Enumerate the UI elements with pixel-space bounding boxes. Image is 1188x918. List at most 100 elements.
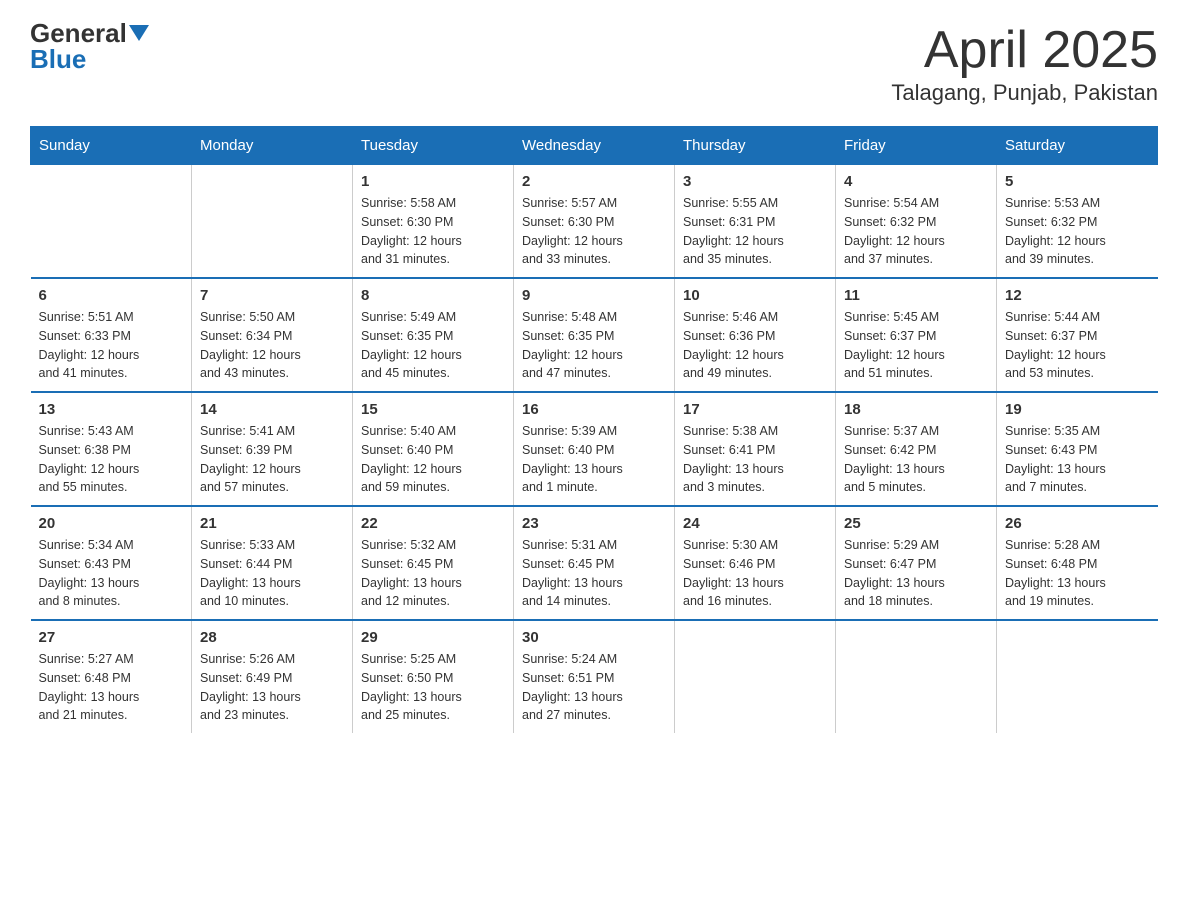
day-number: 15: [361, 401, 505, 418]
calendar-cell: 29 Sunrise: 5:25 AMSunset: 6:50 PMDayligh…: [353, 620, 514, 733]
day-number: 4: [844, 173, 988, 190]
logo-blue-text: Blue: [30, 44, 86, 75]
calendar-cell: 23 Sunrise: 5:31 AMSunset: 6:45 PMDayligh…: [514, 506, 675, 620]
calendar-cell: [675, 620, 836, 733]
day-info: Sunrise: 5:35 AMSunset: 6:43 PMDaylight:…: [1005, 422, 1150, 497]
day-number: 29: [361, 629, 505, 646]
header-tuesday: Tuesday: [353, 127, 514, 165]
day-info: Sunrise: 5:38 AMSunset: 6:41 PMDaylight:…: [683, 422, 827, 497]
calendar-cell: [997, 620, 1158, 733]
day-info: Sunrise: 5:50 AMSunset: 6:34 PMDaylight:…: [200, 308, 344, 383]
day-info: Sunrise: 5:33 AMSunset: 6:44 PMDaylight:…: [200, 536, 344, 611]
header-friday: Friday: [836, 127, 997, 165]
day-info: Sunrise: 5:29 AMSunset: 6:47 PMDaylight:…: [844, 536, 988, 611]
calendar-cell: 19 Sunrise: 5:35 AMSunset: 6:43 PMDayligh…: [997, 392, 1158, 506]
calendar-week-row: 13Sunrise: 5:43 AMSunset: 6:38 PMDayligh…: [31, 392, 1158, 506]
calendar-cell: 1Sunrise: 5:58 AMSunset: 6:30 PMDaylight…: [353, 165, 514, 279]
day-number: 21: [200, 515, 344, 532]
day-number: 12: [1005, 287, 1150, 304]
day-number: 18: [844, 401, 988, 418]
header-thursday: Thursday: [675, 127, 836, 165]
day-number: 25: [844, 515, 988, 532]
day-number: 27: [39, 629, 184, 646]
logo: General Blue: [30, 20, 149, 75]
day-info: Sunrise: 5:48 AMSunset: 6:35 PMDaylight:…: [522, 308, 666, 383]
day-info: Sunrise: 5:43 AMSunset: 6:38 PMDaylight:…: [39, 422, 184, 497]
header-wednesday: Wednesday: [514, 127, 675, 165]
day-info: Sunrise: 5:51 AMSunset: 6:33 PMDaylight:…: [39, 308, 184, 383]
logo-triangle-icon: [129, 25, 149, 41]
day-number: 2: [522, 173, 666, 190]
day-info: Sunrise: 5:31 AMSunset: 6:45 PMDaylight:…: [522, 536, 666, 611]
calendar-cell: 7 Sunrise: 5:50 AMSunset: 6:34 PMDaylight…: [192, 278, 353, 392]
day-info: Sunrise: 5:55 AMSunset: 6:31 PMDaylight:…: [683, 194, 827, 269]
day-number: 23: [522, 515, 666, 532]
day-info: Sunrise: 5:54 AMSunset: 6:32 PMDaylight:…: [844, 194, 988, 269]
day-number: 11: [844, 287, 988, 304]
calendar-cell: 3 Sunrise: 5:55 AMSunset: 6:31 PMDaylight…: [675, 165, 836, 279]
day-number: 8: [361, 287, 505, 304]
calendar-cell: 10 Sunrise: 5:46 AMSunset: 6:36 PMDayligh…: [675, 278, 836, 392]
day-number: 5: [1005, 173, 1150, 190]
day-number: 28: [200, 629, 344, 646]
day-info: Sunrise: 5:32 AMSunset: 6:45 PMDaylight:…: [361, 536, 505, 611]
calendar-cell: 22 Sunrise: 5:32 AMSunset: 6:45 PMDayligh…: [353, 506, 514, 620]
day-info: Sunrise: 5:37 AMSunset: 6:42 PMDaylight:…: [844, 422, 988, 497]
day-number: 9: [522, 287, 666, 304]
day-number: 26: [1005, 515, 1150, 532]
day-info: Sunrise: 5:46 AMSunset: 6:36 PMDaylight:…: [683, 308, 827, 383]
calendar-week-row: 27Sunrise: 5:27 AMSunset: 6:48 PMDayligh…: [31, 620, 1158, 733]
day-info: Sunrise: 5:26 AMSunset: 6:49 PMDaylight:…: [200, 650, 344, 725]
calendar-table: SundayMondayTuesdayWednesdayThursdayFrid…: [30, 126, 1158, 733]
calendar-cell: 18 Sunrise: 5:37 AMSunset: 6:42 PMDayligh…: [836, 392, 997, 506]
header-saturday: Saturday: [997, 127, 1158, 165]
day-number: 20: [39, 515, 184, 532]
calendar-cell: 24Sunrise: 5:30 AMSunset: 6:46 PMDayligh…: [675, 506, 836, 620]
calendar-cell: 21 Sunrise: 5:33 AMSunset: 6:44 PMDayligh…: [192, 506, 353, 620]
calendar-cell: 5 Sunrise: 5:53 AMSunset: 6:32 PMDaylight…: [997, 165, 1158, 279]
calendar-cell: 8 Sunrise: 5:49 AMSunset: 6:35 PMDaylight…: [353, 278, 514, 392]
day-info: Sunrise: 5:53 AMSunset: 6:32 PMDaylight:…: [1005, 194, 1150, 269]
calendar-cell: 20 Sunrise: 5:34 AMSunset: 6:43 PMDayligh…: [31, 506, 192, 620]
calendar-subtitle: Talagang, Punjab, Pakistan: [891, 80, 1158, 106]
day-info: Sunrise: 5:44 AMSunset: 6:37 PMDaylight:…: [1005, 308, 1150, 383]
calendar-cell: 27Sunrise: 5:27 AMSunset: 6:48 PMDayligh…: [31, 620, 192, 733]
day-number: 6: [39, 287, 184, 304]
header-sunday: Sunday: [31, 127, 192, 165]
calendar-cell: 16Sunrise: 5:39 AMSunset: 6:40 PMDayligh…: [514, 392, 675, 506]
day-info: Sunrise: 5:45 AMSunset: 6:37 PMDaylight:…: [844, 308, 988, 383]
calendar-cell: 12 Sunrise: 5:44 AMSunset: 6:37 PMDayligh…: [997, 278, 1158, 392]
day-number: 17: [683, 401, 827, 418]
day-number: 22: [361, 515, 505, 532]
day-number: 3: [683, 173, 827, 190]
calendar-cell: 4 Sunrise: 5:54 AMSunset: 6:32 PMDaylight…: [836, 165, 997, 279]
day-number: 10: [683, 287, 827, 304]
day-number: 7: [200, 287, 344, 304]
calendar-cell: 25 Sunrise: 5:29 AMSunset: 6:47 PMDayligh…: [836, 506, 997, 620]
calendar-cell: 15Sunrise: 5:40 AMSunset: 6:40 PMDayligh…: [353, 392, 514, 506]
day-number: 14: [200, 401, 344, 418]
day-info: Sunrise: 5:41 AMSunset: 6:39 PMDaylight:…: [200, 422, 344, 497]
day-info: Sunrise: 5:30 AMSunset: 6:46 PMDaylight:…: [683, 536, 827, 611]
day-info: Sunrise: 5:25 AMSunset: 6:50 PMDaylight:…: [361, 650, 505, 725]
calendar-cell: [836, 620, 997, 733]
calendar-cell: 26Sunrise: 5:28 AMSunset: 6:48 PMDayligh…: [997, 506, 1158, 620]
calendar-cell: 6 Sunrise: 5:51 AMSunset: 6:33 PMDaylight…: [31, 278, 192, 392]
header-monday: Monday: [192, 127, 353, 165]
calendar-cell: 13Sunrise: 5:43 AMSunset: 6:38 PMDayligh…: [31, 392, 192, 506]
title-block: April 2025 Talagang, Punjab, Pakistan: [891, 20, 1158, 106]
day-info: Sunrise: 5:57 AMSunset: 6:30 PMDaylight:…: [522, 194, 666, 269]
calendar-week-row: 20 Sunrise: 5:34 AMSunset: 6:43 PMDayligh…: [31, 506, 1158, 620]
calendar-cell: 14 Sunrise: 5:41 AMSunset: 6:39 PMDayligh…: [192, 392, 353, 506]
day-info: Sunrise: 5:34 AMSunset: 6:43 PMDaylight:…: [39, 536, 184, 611]
day-number: 19: [1005, 401, 1150, 418]
calendar-cell: 17 Sunrise: 5:38 AMSunset: 6:41 PMDayligh…: [675, 392, 836, 506]
calendar-cell: [31, 165, 192, 279]
day-number: 1: [361, 173, 505, 190]
calendar-title: April 2025: [891, 20, 1158, 80]
day-info: Sunrise: 5:49 AMSunset: 6:35 PMDaylight:…: [361, 308, 505, 383]
day-info: Sunrise: 5:39 AMSunset: 6:40 PMDaylight:…: [522, 422, 666, 497]
calendar-cell: 28 Sunrise: 5:26 AMSunset: 6:49 PMDayligh…: [192, 620, 353, 733]
calendar-week-row: 1Sunrise: 5:58 AMSunset: 6:30 PMDaylight…: [31, 165, 1158, 279]
page-header: General Blue April 2025 Talagang, Punjab…: [30, 20, 1158, 106]
